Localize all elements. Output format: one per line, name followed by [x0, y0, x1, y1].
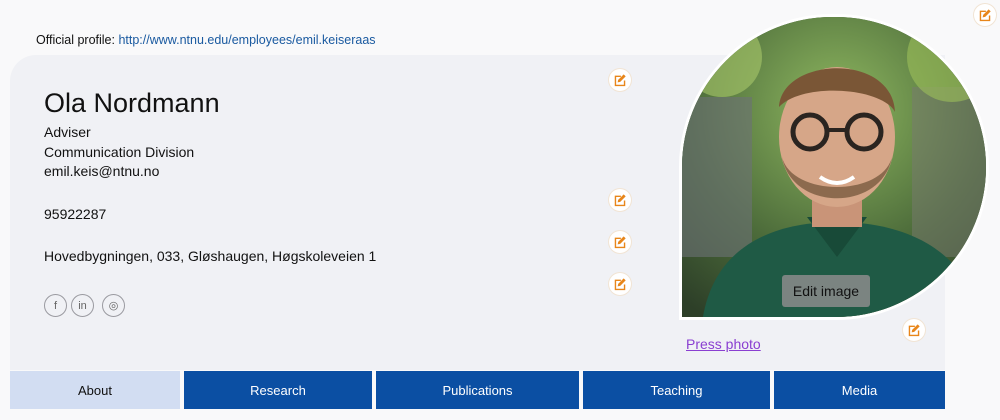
profile-division: Communication Division	[44, 144, 195, 160]
profile-email: emil.keis@ntnu.no	[44, 163, 160, 179]
edit-phone-icon[interactable]	[609, 189, 631, 211]
edit-contact-icon[interactable]	[609, 69, 631, 91]
profile-address: Hovedbygningen, 033, Gløshaugen, Høgskol…	[44, 248, 377, 264]
official-profile-link[interactable]: http://www.ntnu.edu/employees/emil.keise…	[118, 33, 375, 47]
edit-photo-icon[interactable]	[903, 319, 925, 341]
official-profile-label: Official profile:	[36, 33, 115, 47]
profile-title: Adviser	[44, 124, 91, 140]
tab-teaching[interactable]: Teaching	[583, 371, 770, 409]
tab-about[interactable]: About	[10, 371, 180, 409]
tab-publications[interactable]: Publications	[376, 371, 579, 409]
linkedin-icon[interactable]: in	[71, 294, 94, 317]
edit-image-button[interactable]: Edit image	[782, 275, 870, 307]
official-profile: Official profile: http://www.ntnu.edu/em…	[36, 33, 376, 47]
facebook-icon[interactable]: f	[44, 294, 67, 317]
edit-address-icon[interactable]	[609, 231, 631, 253]
profile-name: Ola Nordmann	[44, 88, 220, 118]
tab-research[interactable]: Research	[184, 371, 372, 409]
tab-media[interactable]: Media	[774, 371, 945, 409]
edit-page-icon[interactable]	[974, 4, 996, 26]
edit-social-icon[interactable]	[609, 273, 631, 295]
press-photo-link[interactable]: Press photo	[686, 336, 761, 352]
profile-phone: 95922287	[44, 206, 107, 222]
instagram-icon[interactable]: ◎	[102, 294, 125, 317]
